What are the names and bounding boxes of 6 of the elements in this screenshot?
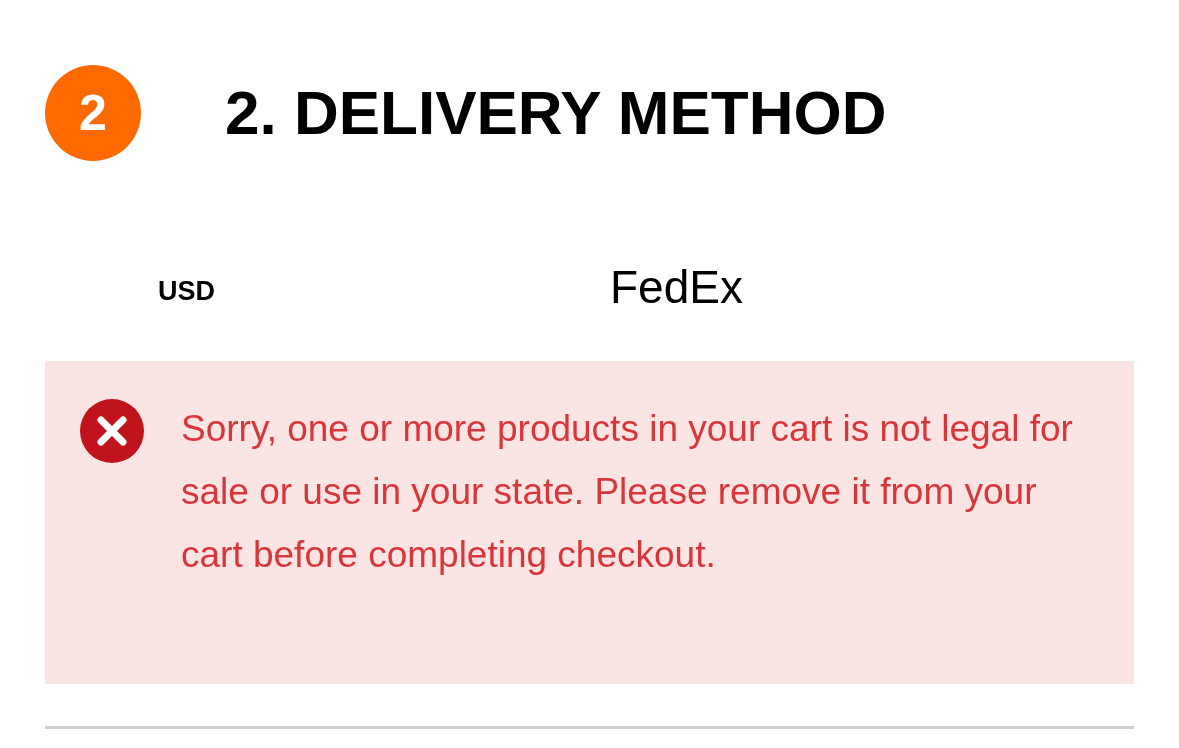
error-message: Sorry, one or more products in your cart is not legal for sale or use in your state. Please remove it from your cart before completing checkout. — [181, 407, 1074, 577]
carrier-name: FedEx — [610, 259, 743, 315]
step-number-badge: 2 — [45, 65, 141, 161]
close-circle-icon — [80, 399, 144, 463]
currency-label: USD — [158, 274, 215, 308]
section-title: 2. DELIVERY METHOD — [225, 82, 887, 144]
